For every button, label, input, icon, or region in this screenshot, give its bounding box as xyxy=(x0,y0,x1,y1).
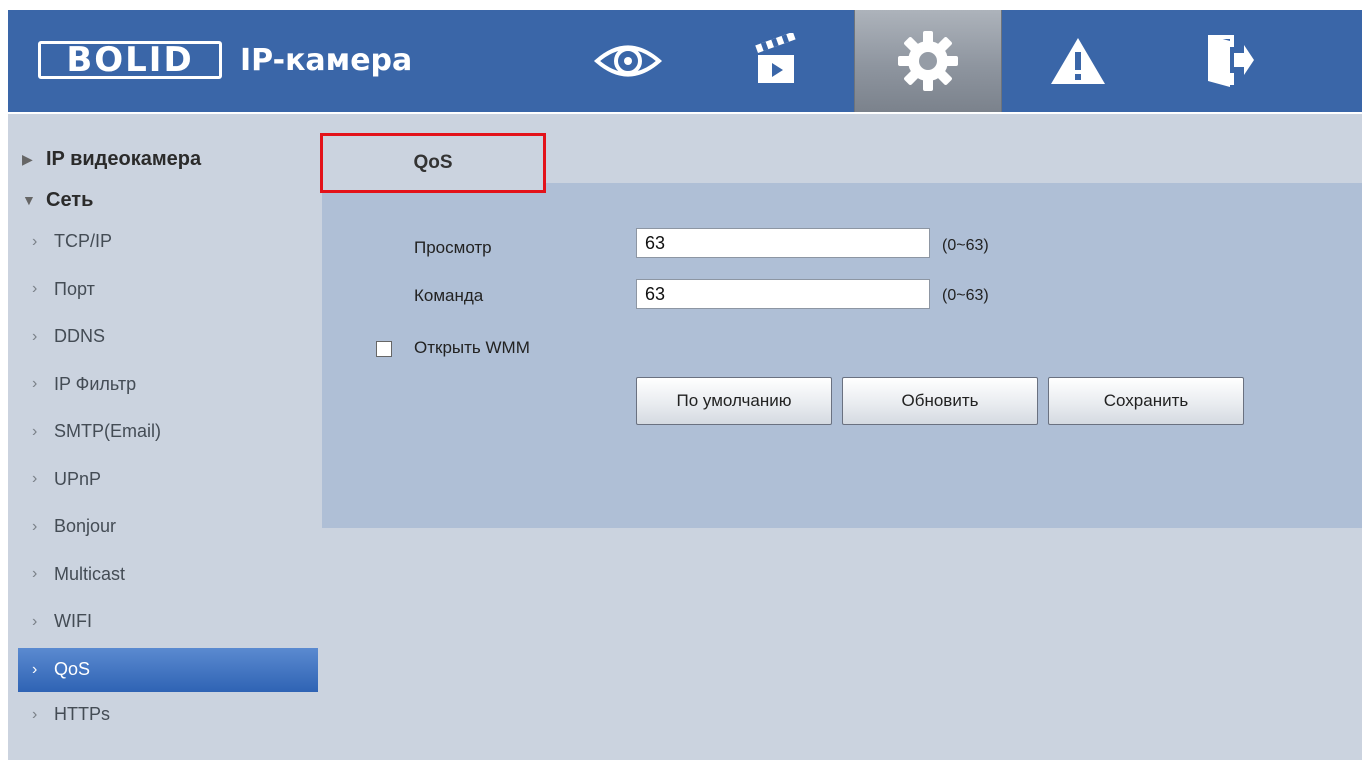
sidebar-item-port[interactable]: › Порт xyxy=(18,266,320,314)
wmm-label: Открыть WMM xyxy=(414,338,530,357)
sidebar-item-label: Порт xyxy=(54,278,95,299)
chevron-right-icon: › xyxy=(32,517,38,535)
chevron-right-icon: › xyxy=(32,327,38,345)
tab-qos[interactable]: QoS xyxy=(320,133,546,193)
sidebar-item-tcpip[interactable]: › TCP/IP xyxy=(18,218,320,266)
sidebar-item-upnp[interactable]: › UPnP xyxy=(18,456,320,504)
chevron-right-icon: › xyxy=(32,232,38,250)
chevron-right-icon: › xyxy=(32,565,38,583)
nav-alarm-button[interactable] xyxy=(1004,10,1152,112)
view-dscp-input[interactable] xyxy=(636,228,930,258)
wmm-checkbox[interactable] xyxy=(376,341,392,357)
chevron-right-icon: › xyxy=(32,375,38,393)
sidebar-item-label: TCP/IP xyxy=(54,231,113,252)
view-dscp-label: Просмотр xyxy=(414,238,492,257)
sidebar-item-ddns[interactable]: › DDNS xyxy=(18,313,320,361)
refresh-button[interactable]: Обновить xyxy=(842,377,1038,425)
clapperboard-icon xyxy=(755,33,796,83)
nav-settings-button[interactable] xyxy=(854,10,1002,112)
expanded-triangle-icon: ▼ xyxy=(22,192,36,208)
collapsed-triangle-icon: ▶ xyxy=(22,150,33,167)
sidebar-item-label: DDNS xyxy=(54,326,106,347)
sidebar-item-label: HTTPs xyxy=(54,704,110,724)
sidebar-item-label: Multicast xyxy=(54,563,126,584)
sidebar-group-label: IP видеокамера xyxy=(46,147,202,170)
command-dscp-range: (0~63) xyxy=(942,287,989,304)
app-logo: BOLID IP-камера xyxy=(38,40,412,80)
sidebar-item-multicast[interactable]: › Multicast xyxy=(18,551,320,599)
chevron-right-icon: › xyxy=(32,280,38,298)
tab-label: QoS xyxy=(413,152,453,173)
sidebar-item-bonjour[interactable]: › Bonjour xyxy=(18,503,320,551)
command-dscp-input[interactable] xyxy=(636,279,930,309)
sidebar-item-smtp[interactable]: › SMTP(Email) xyxy=(18,408,320,456)
sidebar-item-label: SMTP(Email) xyxy=(54,421,161,442)
sidebar-item-qos[interactable]: › QoS xyxy=(18,647,318,692)
sidebar-item-label: UPnP xyxy=(54,468,102,489)
nav-logout-button[interactable] xyxy=(1154,10,1302,112)
save-button[interactable]: Сохранить xyxy=(1048,377,1244,425)
bolid-logo: BOLID xyxy=(38,40,222,80)
app-title: IP-камера xyxy=(240,42,413,78)
command-dscp-label: Команда xyxy=(414,286,484,305)
sidebar-item-label: QoS xyxy=(54,659,91,679)
sidebar-item-label: IP Фильтр xyxy=(54,373,137,394)
chevron-right-icon: › xyxy=(32,422,38,440)
sidebar-item-label: Bonjour xyxy=(54,516,117,537)
nav-live-view-button[interactable] xyxy=(554,10,702,112)
chevron-right-icon: › xyxy=(32,470,38,488)
sidebar-group-network[interactable]: ▼ Сеть xyxy=(18,182,320,218)
default-button[interactable]: По умолчанию xyxy=(636,377,832,425)
chevron-right-icon: › xyxy=(32,705,38,723)
sidebar-group-camera[interactable]: ▶ IP видеокамера xyxy=(18,134,320,184)
sidebar-item-wifi[interactable]: › WIFI xyxy=(18,598,320,646)
sidebar-group-label: Сеть xyxy=(46,188,94,211)
sidebar-item-label: WIFI xyxy=(54,611,92,632)
nav-playback-button[interactable] xyxy=(704,10,852,112)
sidebar-item-https[interactable]: › HTTPs xyxy=(18,692,320,738)
chevron-right-icon: › xyxy=(32,612,38,630)
top-header: BOLID IP-камера xyxy=(8,10,1362,114)
chevron-right-icon: › xyxy=(32,660,38,678)
settings-sidebar: ▶ IP видеокамера ▼ Сеть › TCP/IP › Порт … xyxy=(18,134,320,738)
sidebar-item-ip-filter[interactable]: › IP Фильтр xyxy=(18,361,320,409)
view-dscp-range: (0~63) xyxy=(942,237,989,254)
warning-icon xyxy=(1051,38,1105,84)
gear-icon xyxy=(898,31,958,91)
eye-icon xyxy=(593,45,663,77)
logout-icon xyxy=(1208,35,1254,87)
